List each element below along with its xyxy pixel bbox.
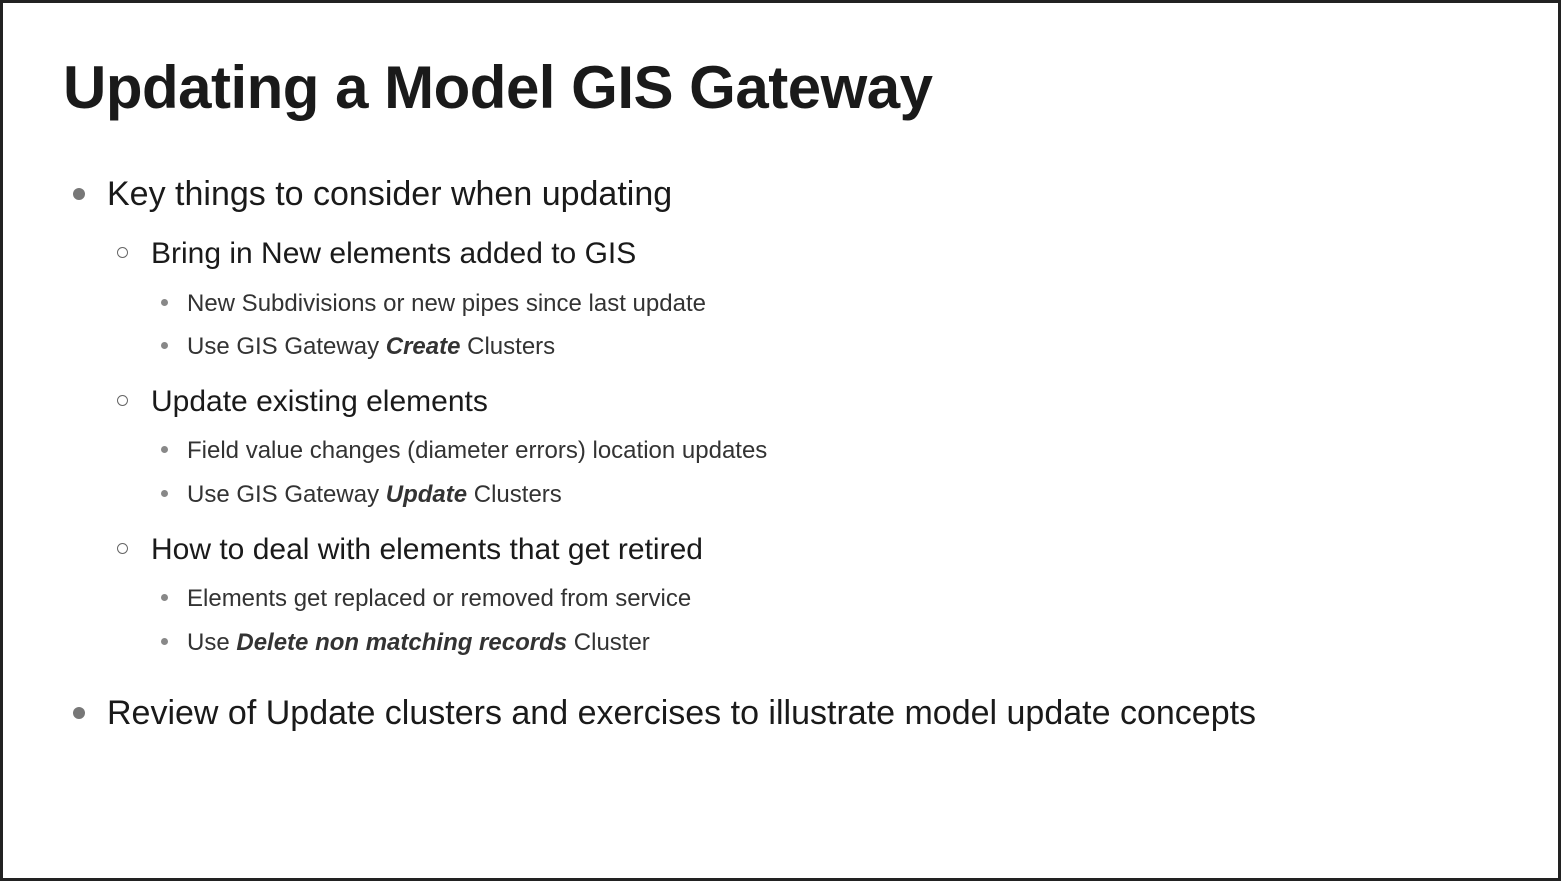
bullet-text-emph: Create xyxy=(386,333,461,360)
bullet-level1-item: Review of Update clusters and exercises … xyxy=(63,691,1498,735)
bullet-text-post: Clusters xyxy=(460,333,555,360)
bullet-text-pre: Use xyxy=(187,629,236,656)
bullet-level1-item: Key things to consider when updating Bri… xyxy=(63,172,1498,659)
bullet-level3-item: Use GIS Gateway Update Clusters xyxy=(151,478,1498,512)
bullet-list-level1: Key things to consider when updating Bri… xyxy=(63,172,1498,735)
bullet-level2-item: Bring in New elements added to GIS New S… xyxy=(107,234,1498,364)
bullet-text-emph: Update xyxy=(386,481,467,508)
bullet-text: Update existing elements xyxy=(151,385,488,418)
bullet-text-emph: Delete non matching records xyxy=(236,629,567,656)
bullet-text-post: Cluster xyxy=(567,629,650,656)
bullet-text-post: Clusters xyxy=(467,481,562,508)
bullet-text: New Subdivisions or new pipes since last… xyxy=(187,290,706,317)
bullet-text: Bring in New elements added to GIS xyxy=(151,237,636,270)
bullet-list-level2: Bring in New elements added to GIS New S… xyxy=(107,234,1498,659)
bullet-list-level3: Field value changes (diameter errors) lo… xyxy=(151,434,1498,511)
bullet-level3-item: Field value changes (diameter errors) lo… xyxy=(151,434,1498,468)
bullet-level3-item: New Subdivisions or new pipes since last… xyxy=(151,287,1498,321)
bullet-text-pre: Use GIS Gateway xyxy=(187,481,386,508)
bullet-text: Field value changes (diameter errors) lo… xyxy=(187,437,767,464)
bullet-list-level3: Elements get replaced or removed from se… xyxy=(151,582,1498,659)
bullet-level3-item: Use GIS Gateway Create Clusters xyxy=(151,330,1498,364)
bullet-text: Key things to consider when updating xyxy=(107,175,672,213)
bullet-text: Elements get replaced or removed from se… xyxy=(187,585,691,612)
bullet-list-level3: New Subdivisions or new pipes since last… xyxy=(151,287,1498,364)
bullet-text-pre: Use GIS Gateway xyxy=(187,333,386,360)
bullet-text: How to deal with elements that get retir… xyxy=(151,533,703,566)
bullet-text: Review of Update clusters and exercises … xyxy=(107,694,1256,732)
bullet-level3-item: Elements get replaced or removed from se… xyxy=(151,582,1498,616)
bullet-level2-item: Update existing elements Field value cha… xyxy=(107,382,1498,512)
slide: Updating a Model GIS Gateway Key things … xyxy=(0,0,1561,881)
bullet-level2-item: How to deal with elements that get retir… xyxy=(107,530,1498,660)
slide-title: Updating a Model GIS Gateway xyxy=(63,53,1498,122)
bullet-level3-item: Use Delete non matching records Cluster xyxy=(151,626,1498,660)
